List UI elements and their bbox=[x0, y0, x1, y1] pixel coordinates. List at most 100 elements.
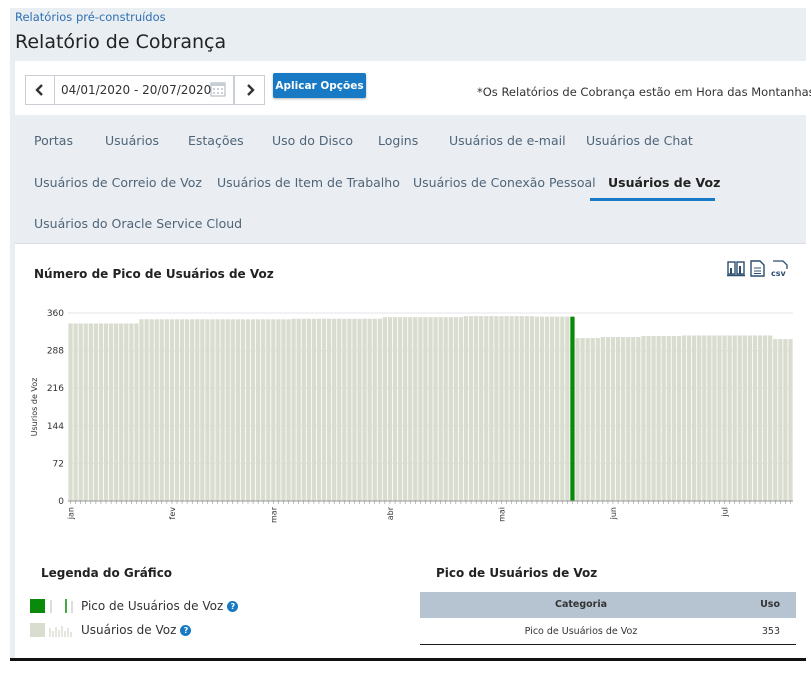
bar bbox=[661, 335, 666, 501]
chart-table-icon[interactable] bbox=[727, 260, 745, 277]
bar bbox=[210, 319, 215, 501]
column-header-categoria: Categoria bbox=[420, 592, 742, 618]
table-row: Pico de Usuários de Voz 353 bbox=[420, 617, 796, 645]
bar bbox=[342, 318, 347, 501]
bar bbox=[489, 316, 494, 501]
legend-item-voice-users: Usuários de Voz ? bbox=[30, 622, 192, 638]
bar bbox=[757, 335, 763, 501]
page-title: Relatório de Cobrança bbox=[15, 31, 227, 53]
bar bbox=[195, 319, 200, 501]
bar bbox=[291, 318, 296, 501]
csv-icon[interactable]: csv bbox=[770, 260, 790, 277]
tab-portas[interactable]: Portas bbox=[34, 133, 73, 148]
legend-item-peak: Pico de Usuários de Voz ? bbox=[30, 598, 239, 614]
bar bbox=[773, 339, 778, 501]
tab-usuarios-de-chat[interactable]: Usuários de Chat bbox=[586, 133, 693, 148]
bar bbox=[377, 318, 382, 501]
bar bbox=[499, 316, 504, 501]
x-month-label: mar bbox=[269, 506, 278, 523]
bar bbox=[636, 337, 641, 501]
bar bbox=[671, 335, 676, 501]
bar bbox=[68, 323, 73, 501]
peak-table: Categoria Uso Pico de Usuários de Voz 35… bbox=[420, 592, 796, 645]
tab-uso-do-disco[interactable]: Uso do Disco bbox=[272, 133, 353, 148]
bottom-divider bbox=[10, 658, 806, 661]
bar bbox=[621, 337, 626, 501]
tab-usuarios-de-item-de-trabalho[interactable]: Usuários de Item de Trabalho bbox=[217, 175, 400, 190]
bar bbox=[762, 335, 768, 501]
bar bbox=[615, 337, 621, 501]
tab-usuarios-de-conexao-pessoal[interactable]: Usuários de Conexão Pessoal bbox=[413, 175, 596, 190]
bar bbox=[296, 318, 301, 501]
bar bbox=[119, 323, 124, 501]
bar bbox=[250, 319, 256, 501]
bar bbox=[124, 323, 129, 501]
bar bbox=[316, 318, 322, 501]
y-tick-label: 288 bbox=[47, 347, 64, 357]
tab-estacoes[interactable]: Estações bbox=[188, 133, 244, 148]
date-range-input[interactable]: 04/01/2020 - 20/07/2020 bbox=[54, 75, 234, 105]
bar bbox=[428, 317, 433, 501]
timezone-notice: *Os Relatórios de Cobrança estão em Hora… bbox=[477, 85, 811, 99]
bar bbox=[397, 317, 403, 501]
breadcrumb[interactable]: Relatórios pré-construídos bbox=[15, 10, 166, 24]
bar bbox=[357, 318, 362, 501]
chevron-right-icon bbox=[246, 84, 255, 96]
calendar-icon[interactable] bbox=[210, 81, 226, 97]
bar bbox=[752, 335, 758, 501]
bar bbox=[722, 335, 727, 501]
bar bbox=[392, 317, 398, 501]
bar bbox=[575, 338, 580, 501]
bar bbox=[230, 319, 235, 501]
tab-usuarios-do-oracle-service-cloud[interactable]: Usuários do Oracle Service Cloud bbox=[34, 216, 242, 231]
bar bbox=[631, 337, 636, 501]
tab-usuarios-de-voz[interactable]: Usuários de Voz bbox=[608, 175, 720, 190]
legend-title: Legenda do Gráfico bbox=[41, 566, 173, 580]
bar bbox=[712, 335, 717, 501]
bar bbox=[519, 316, 524, 501]
bar bbox=[605, 337, 611, 501]
bar bbox=[418, 317, 423, 501]
export-icons: csv bbox=[727, 260, 790, 277]
bar bbox=[144, 319, 149, 501]
bar bbox=[372, 318, 377, 501]
peak-swatch-icon bbox=[30, 599, 73, 613]
bar bbox=[509, 316, 514, 501]
help-icon[interactable]: ? bbox=[227, 600, 239, 612]
next-period-button[interactable] bbox=[234, 75, 265, 105]
table-cell-categoria: Pico de Usuários de Voz bbox=[420, 617, 742, 645]
y-tick-label: 360 bbox=[47, 309, 64, 319]
bar bbox=[646, 335, 651, 501]
tab-logins[interactable]: Logins bbox=[378, 133, 418, 148]
bar bbox=[702, 335, 707, 501]
bar bbox=[83, 323, 88, 501]
bar bbox=[717, 335, 722, 501]
bar bbox=[225, 319, 230, 501]
tab-usuarios[interactable]: Usuários bbox=[105, 133, 159, 148]
tab-usuarios-de-correio-de-voz[interactable]: Usuários de Correio de Voz bbox=[34, 175, 202, 190]
bar bbox=[448, 317, 453, 501]
bar bbox=[686, 335, 692, 501]
previous-period-button[interactable] bbox=[25, 75, 54, 105]
bar bbox=[164, 319, 169, 501]
bar bbox=[139, 319, 144, 501]
bar bbox=[134, 323, 139, 501]
document-icon[interactable] bbox=[750, 260, 765, 277]
bar bbox=[266, 319, 271, 501]
legend-label-peak: Pico de Usuários de Voz bbox=[81, 599, 224, 613]
bar bbox=[306, 318, 311, 501]
bar bbox=[73, 323, 78, 501]
bar bbox=[200, 319, 205, 501]
apply-options-button[interactable]: Aplicar Opções bbox=[273, 73, 366, 98]
bar bbox=[681, 335, 687, 501]
bar bbox=[529, 316, 535, 501]
help-icon[interactable]: ? bbox=[180, 624, 192, 636]
tab-usuarios-de-email[interactable]: Usuários de e-mail bbox=[449, 133, 566, 148]
bar bbox=[514, 316, 519, 501]
bar bbox=[235, 319, 240, 501]
bar bbox=[534, 316, 540, 501]
y-tick-label: 216 bbox=[47, 384, 64, 394]
bar bbox=[362, 318, 367, 501]
bar bbox=[544, 316, 550, 501]
bar bbox=[311, 318, 317, 501]
